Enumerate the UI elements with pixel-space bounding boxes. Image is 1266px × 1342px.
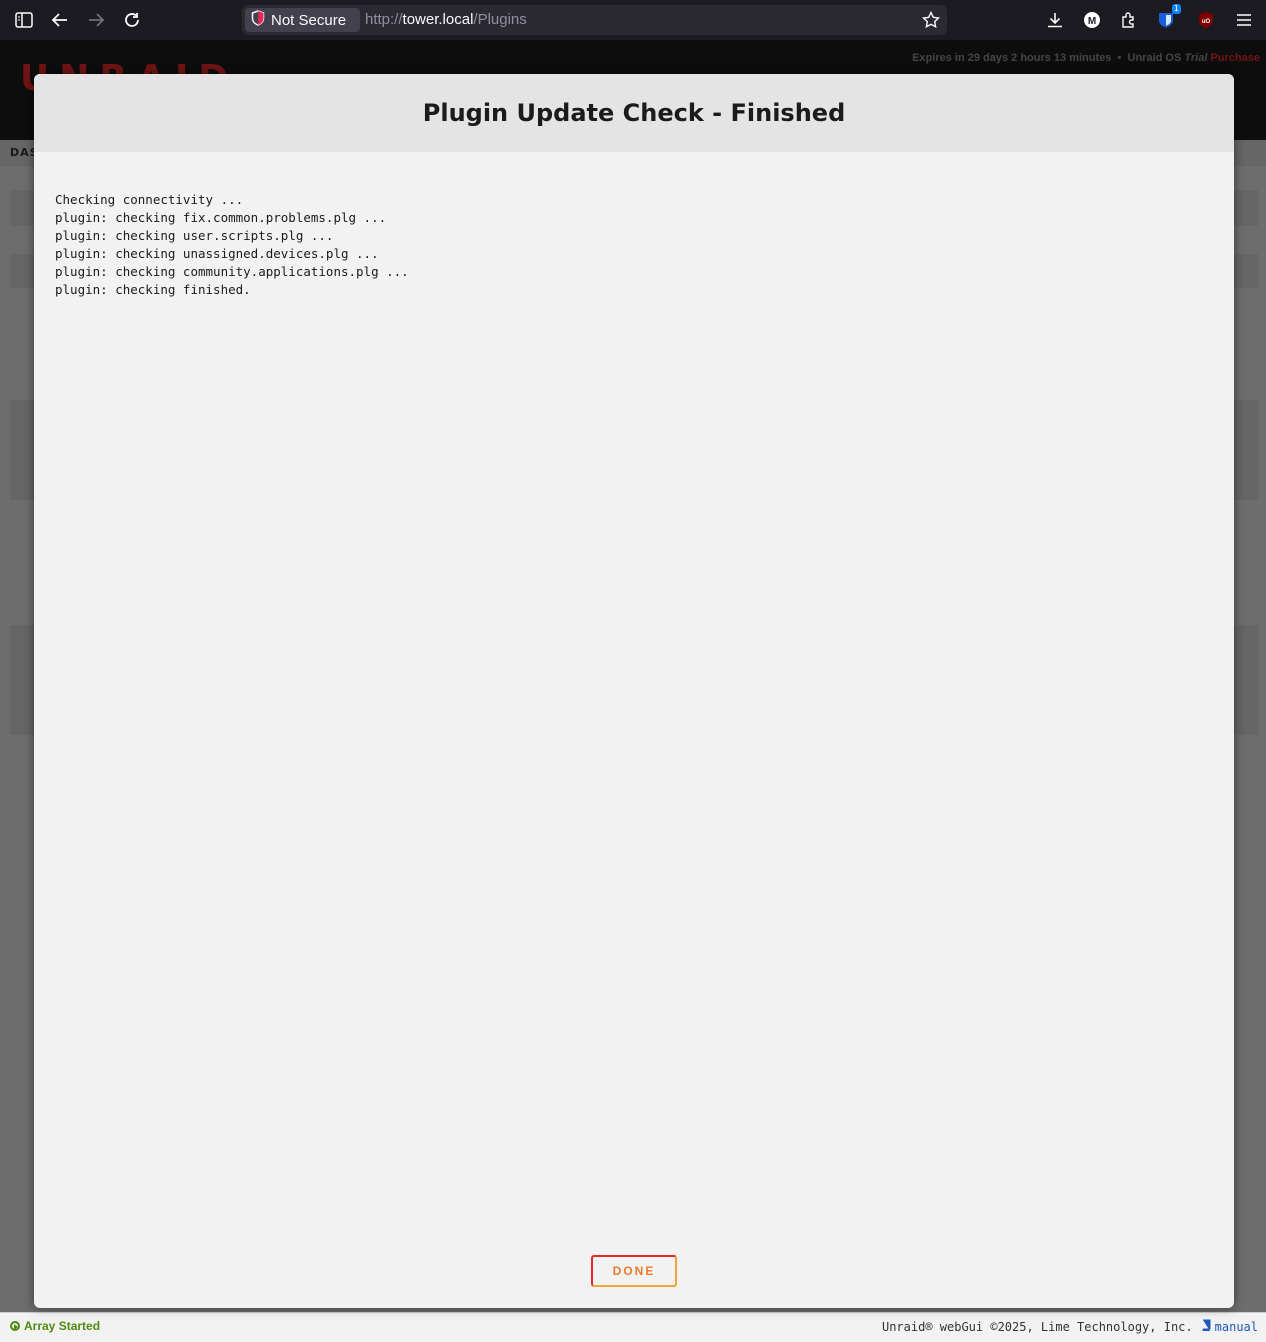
page-footer: Array Started Unraid® webGui ©2025, Lime… [0,1312,1266,1342]
url-text[interactable]: http://tower.local/Plugins [365,11,527,28]
shield-warning-icon [251,10,265,30]
reload-icon[interactable] [120,8,144,32]
modal-header: Plugin Update Check - Finished [34,74,1234,152]
security-indicator[interactable]: Not Secure [245,8,360,32]
plugin-update-modal: Plugin Update Check - Finished Checking … [34,74,1234,1308]
footer-right: Unraid® webGui ©2025, Lime Technology, I… [882,1319,1258,1334]
ublock-icon[interactable]: uO [1194,8,1218,32]
back-icon[interactable] [48,8,72,32]
download-icon[interactable] [1043,8,1067,32]
url-path: /Plugins [473,11,527,28]
svg-text:M: M [1088,16,1096,27]
done-button[interactable]: DONE [591,1255,677,1287]
extensions-icon[interactable] [1117,8,1141,32]
svg-text:uO: uO [1202,19,1211,25]
book-icon [1201,1319,1211,1334]
array-status: Array Started [10,1319,100,1333]
sidebar-icon[interactable] [12,8,36,32]
browser-toolbar: Not Secure http://tower.local/Plugins M … [0,0,1266,40]
security-label: Not Secure [271,11,347,29]
manual-link[interactable]: manual [1201,1319,1258,1334]
menu-icon[interactable] [1232,8,1256,32]
url-scheme: http:// [365,11,403,28]
bookmark-star-icon[interactable] [919,8,943,32]
array-status-label: Array Started [24,1319,101,1333]
url-host: tower.local [402,11,474,28]
play-circle-icon [10,1321,20,1331]
account-icon[interactable]: M [1080,8,1104,32]
copyright: Unraid® webGui ©2025, Lime Technology, I… [881,1319,1193,1334]
update-log: Checking connectivity ... plugin: checki… [55,192,409,297]
bitwarden-icon[interactable]: 1 [1154,4,1181,32]
extension-badge: 1 [1171,4,1181,14]
forward-icon[interactable] [84,8,108,32]
manual-label: manual [1214,1319,1258,1334]
url-bar[interactable]: Not Secure http://tower.local/Plugins [242,5,947,35]
modal-title: Plugin Update Check - Finished [422,99,846,127]
